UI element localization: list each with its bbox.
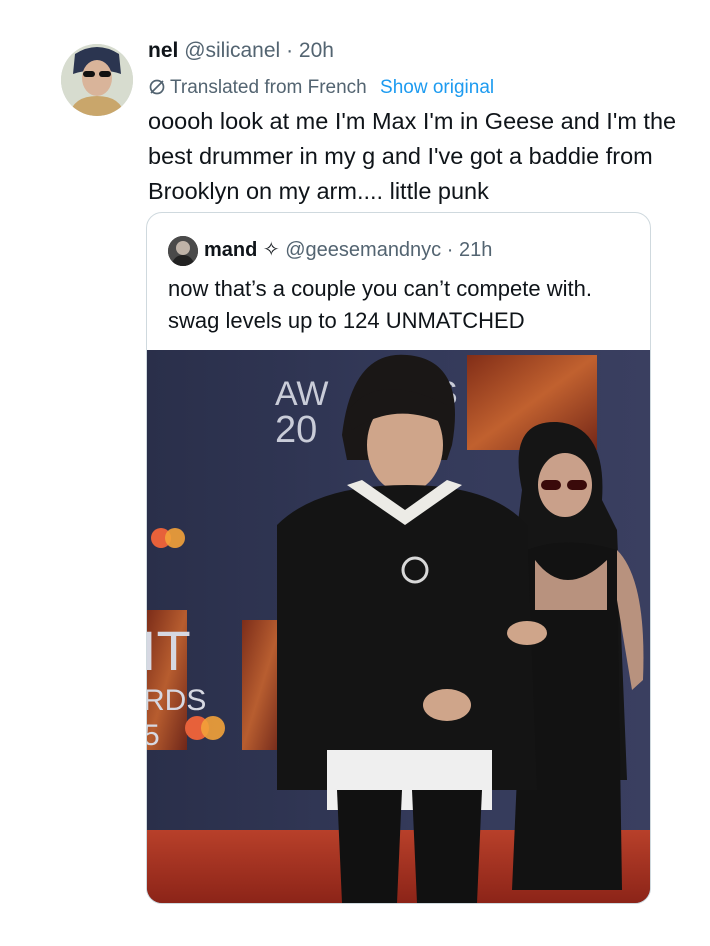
- sign-text-5: 5: [147, 719, 160, 752]
- sparkle-icon: ✧: [262, 239, 280, 261]
- backdrop-flame-graphic: [242, 620, 282, 750]
- translate-globe-icon: [148, 77, 166, 105]
- sign-text-it: IT: [147, 619, 191, 682]
- quote-avatar[interactable]: [168, 236, 198, 266]
- handle[interactable]: @silicanel: [184, 39, 280, 62]
- tweet-header: nel @silicanel · 20h: [148, 36, 334, 66]
- timestamp[interactable]: 20h: [299, 39, 334, 62]
- quote-photo[interactable]: AW S 20 IT RDS 5: [147, 350, 650, 903]
- sign-text-year: 20: [275, 409, 317, 451]
- quote-handle[interactable]: @geesemandnyc: [285, 239, 441, 261]
- sponsor-logo: [165, 528, 185, 548]
- quote-display-name[interactable]: mand: [204, 239, 257, 261]
- sign-text-aw: AW: [275, 375, 329, 413]
- quoted-tweet-card[interactable]: mand ✧ @geesemandnyc · 21h now that’s a …: [146, 212, 651, 904]
- translation-row: Translated from French Show original: [148, 74, 494, 105]
- separator: ·: [286, 39, 294, 62]
- avatar[interactable]: [61, 44, 133, 116]
- quote-text: now that’s a couple you can’t compete wi…: [168, 276, 592, 333]
- sponsor-logo: [201, 716, 225, 740]
- quote-header: mand ✧ @geesemandnyc · 21h: [204, 235, 492, 265]
- quote-timestamp[interactable]: 21h: [459, 239, 492, 261]
- tweet-text: ooooh look at me I'm Max I'm in Geese an…: [148, 108, 677, 204]
- translated-label: Translated from French: [170, 77, 367, 98]
- avatar-photo: [61, 44, 133, 116]
- quote-separator: ·: [446, 239, 454, 261]
- display-name[interactable]: nel: [148, 39, 178, 62]
- sign-text-rds: RDS: [147, 684, 206, 717]
- show-original-link[interactable]: Show original: [380, 77, 494, 98]
